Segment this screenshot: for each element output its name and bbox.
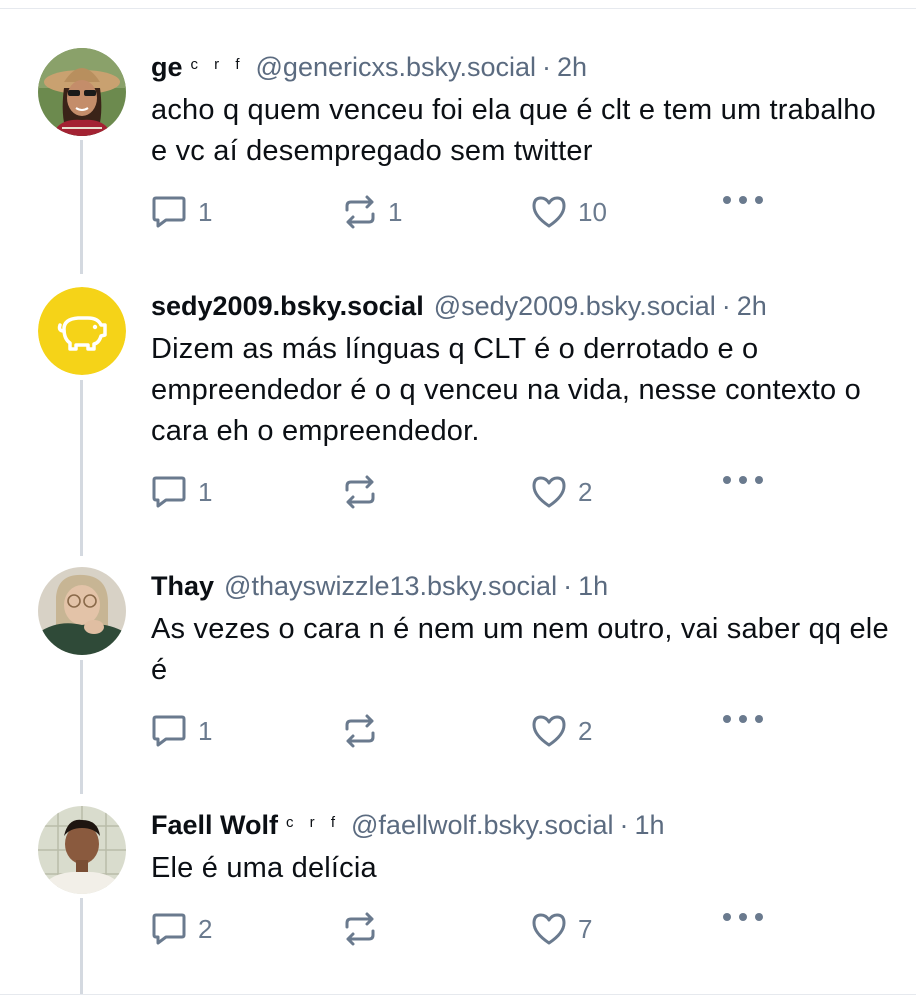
- post[interactable]: Thay @thayswizzle13.bsky.social · 1h As vez…: [0, 567, 916, 767]
- reply-count: 2: [198, 913, 213, 944]
- top-divider: [0, 8, 916, 9]
- more-options-button[interactable]: [722, 194, 764, 206]
- heart-icon: [532, 913, 566, 945]
- post-text: Dizem as más línguas q CLT é o derrotado…: [151, 333, 861, 447]
- like-count: 7: [578, 913, 593, 944]
- avatar[interactable]: [38, 567, 126, 655]
- reply-icon: [152, 476, 186, 508]
- post-header: Thay @thayswizzle13.bsky.social · 1h: [151, 569, 608, 603]
- handle[interactable]: @sedy2009.bsky.social: [434, 291, 716, 321]
- bottom-divider: [0, 994, 916, 995]
- name-suffix: c r f: [286, 814, 342, 831]
- repost-button[interactable]: [342, 713, 388, 749]
- display-name[interactable]: sedy2009.bsky.social: [151, 291, 424, 321]
- repost-button[interactable]: 1: [342, 194, 402, 230]
- like-button[interactable]: 10: [530, 194, 607, 230]
- reply-count: 1: [198, 196, 213, 227]
- post-text: acho q quem venceu foi ela que é clt e t…: [151, 94, 876, 167]
- name-suffix: c r f: [190, 56, 246, 73]
- post[interactable]: ge c r f @genericxs.bsky.social · 2h acho q …: [0, 48, 916, 248]
- avatar[interactable]: [38, 806, 126, 894]
- reply-icon: [152, 913, 186, 945]
- handle[interactable]: @genericxs.bsky.social: [256, 52, 537, 82]
- more-icon: [723, 715, 763, 723]
- display-name[interactable]: Faell Wolf: [151, 810, 278, 840]
- more-icon: [723, 913, 763, 921]
- display-name[interactable]: ge: [151, 52, 183, 82]
- more-icon: [723, 476, 763, 484]
- heart-icon: [532, 196, 566, 228]
- like-count: 2: [578, 476, 593, 507]
- post-text: Ele é uma delícia: [151, 852, 377, 884]
- handle[interactable]: @thayswizzle13.bsky.social: [224, 571, 557, 601]
- more-options-button[interactable]: [722, 911, 764, 923]
- repost-icon: [345, 195, 375, 229]
- repost-icon: [345, 475, 375, 509]
- reply-button[interactable]: 1: [150, 713, 212, 749]
- post[interactable]: sedy2009.bsky.social @sedy2009.bsky.socia…: [0, 287, 916, 527]
- repost-count: 1: [388, 196, 403, 227]
- like-button[interactable]: 7: [530, 911, 592, 947]
- reply-button[interactable]: 2: [150, 911, 212, 947]
- separator: ·: [563, 571, 573, 601]
- reply-icon: [152, 715, 186, 747]
- like-button[interactable]: 2: [530, 474, 592, 510]
- timestamp[interactable]: 2h: [557, 52, 587, 82]
- heart-icon: [532, 715, 566, 747]
- reply-button[interactable]: 1: [150, 474, 212, 510]
- timestamp[interactable]: 1h: [578, 571, 608, 601]
- post-header: ge c r f @genericxs.bsky.social · 2h: [151, 50, 587, 84]
- like-count: 10: [578, 196, 607, 227]
- repost-icon: [345, 714, 375, 748]
- post-actions: 1 1 10: [0, 194, 916, 234]
- timestamp[interactable]: 1h: [635, 810, 665, 840]
- post-header: sedy2009.bsky.social @sedy2009.bsky.socia…: [151, 289, 767, 323]
- separator: ·: [721, 291, 731, 321]
- separator: ·: [542, 52, 552, 82]
- post-actions: 2 7: [0, 911, 916, 951]
- handle[interactable]: @faellwolf.bsky.social: [351, 810, 614, 840]
- like-button[interactable]: 2: [530, 713, 592, 749]
- like-count: 2: [578, 715, 593, 746]
- reply-count: 1: [198, 476, 213, 507]
- avatar[interactable]: [38, 48, 126, 136]
- post-text: As vezes o cara n é nem um nem outro, va…: [151, 613, 889, 686]
- timestamp[interactable]: 2h: [737, 291, 767, 321]
- avatar[interactable]: [38, 287, 126, 375]
- repost-icon: [345, 912, 375, 946]
- repost-button[interactable]: [342, 474, 388, 510]
- more-options-button[interactable]: [722, 713, 764, 725]
- post[interactable]: Faell Wolf c r f @faellwolf.bsky.social · 1h…: [0, 806, 916, 976]
- more-icon: [723, 196, 763, 204]
- reply-count: 1: [198, 715, 213, 746]
- reply-button[interactable]: 1: [150, 194, 212, 230]
- heart-icon: [532, 476, 566, 508]
- separator: ·: [619, 810, 629, 840]
- display-name[interactable]: Thay: [151, 571, 214, 601]
- post-actions: 1 2: [0, 713, 916, 753]
- reply-icon: [152, 196, 186, 228]
- post-actions: 1 2: [0, 474, 916, 514]
- post-header: Faell Wolf c r f @faellwolf.bsky.social · 1h: [151, 808, 665, 842]
- more-options-button[interactable]: [722, 474, 764, 486]
- repost-button[interactable]: [342, 911, 388, 947]
